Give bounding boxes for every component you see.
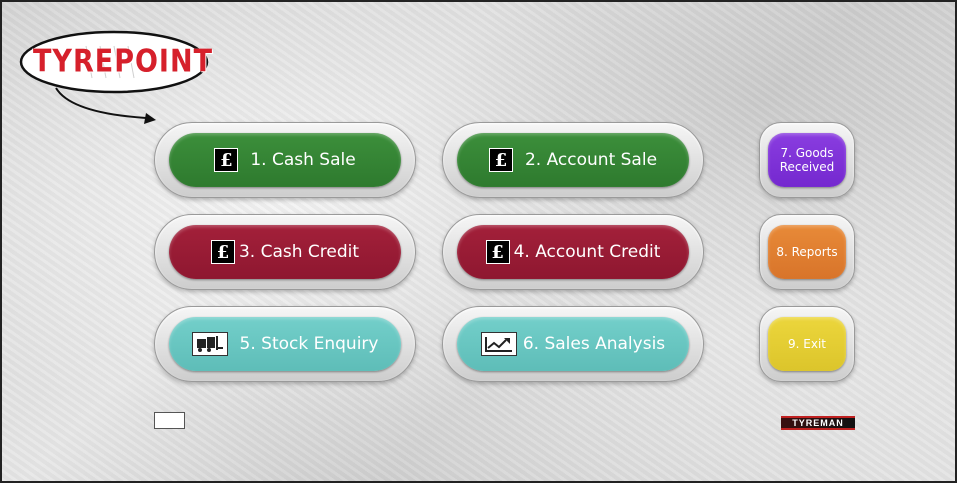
reports-label: 8. Reports bbox=[776, 245, 838, 259]
forklift-icon bbox=[191, 332, 228, 356]
exit-button[interactable]: 9. Exit bbox=[768, 317, 846, 371]
cash-sale-button[interactable]: £ 1. Cash Sale bbox=[169, 133, 401, 187]
status-box[interactable] bbox=[154, 412, 185, 429]
sales-analysis-frame: 6. Sales Analysis bbox=[442, 306, 704, 382]
account-credit-label: 4. Account Credit bbox=[513, 242, 661, 262]
pound-icon: £ bbox=[485, 240, 510, 264]
chart-trend-icon bbox=[480, 332, 517, 356]
reports-button[interactable]: 8. Reports bbox=[768, 225, 846, 279]
exit-frame: 9. Exit bbox=[759, 306, 855, 382]
goods-received-label-line2: Received bbox=[779, 160, 835, 174]
reports-frame: 8. Reports bbox=[759, 214, 855, 290]
cash-credit-label: 3. Cash Credit bbox=[238, 242, 360, 262]
stock-enquiry-label: 5. Stock Enquiry bbox=[239, 334, 379, 354]
goods-received-button[interactable]: 7. Goods Received bbox=[768, 133, 846, 187]
account-credit-frame: £ 4. Account Credit bbox=[442, 214, 704, 290]
pound-icon: £ bbox=[214, 148, 239, 172]
exit-label: 9. Exit bbox=[788, 337, 826, 351]
goods-received-label-line1: 7. Goods bbox=[780, 146, 834, 160]
pound-icon: £ bbox=[210, 240, 235, 264]
pound-icon: £ bbox=[488, 148, 513, 172]
sales-analysis-button[interactable]: 6. Sales Analysis bbox=[457, 317, 689, 371]
stock-enquiry-frame: 5. Stock Enquiry bbox=[154, 306, 416, 382]
cash-sale-frame: £ 1. Cash Sale bbox=[154, 122, 416, 198]
tyreman-brand-logo: TYREMAN bbox=[781, 416, 855, 430]
account-sale-frame: £ 2. Account Sale bbox=[442, 122, 704, 198]
stock-enquiry-button[interactable]: 5. Stock Enquiry bbox=[169, 317, 401, 371]
account-sale-label: 2. Account Sale bbox=[524, 150, 658, 170]
logo-text: TYREPOINT bbox=[32, 43, 213, 80]
account-sale-button[interactable]: £ 2. Account Sale bbox=[457, 133, 689, 187]
sales-analysis-label: 6. Sales Analysis bbox=[522, 334, 666, 354]
tyrepoint-logo: TYREPOINT bbox=[16, 18, 216, 128]
main-menu-screen: TYREPOINT £ 1. Cash Sale £ 2. Account Sa… bbox=[0, 0, 957, 483]
goods-received-frame: 7. Goods Received bbox=[759, 122, 855, 198]
cash-credit-frame: £ 3. Cash Credit bbox=[154, 214, 416, 290]
cash-sale-label: 1. Cash Sale bbox=[250, 150, 356, 170]
cash-credit-button[interactable]: £ 3. Cash Credit bbox=[169, 225, 401, 279]
account-credit-button[interactable]: £ 4. Account Credit bbox=[457, 225, 689, 279]
